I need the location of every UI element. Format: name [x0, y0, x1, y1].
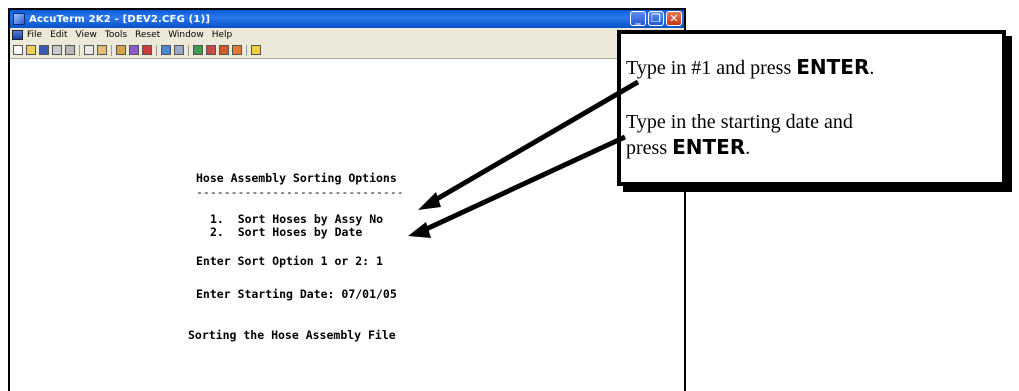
menu-help[interactable]: Help	[212, 30, 233, 40]
app-icon	[13, 13, 25, 25]
transfer-icon[interactable]	[193, 45, 203, 55]
run-icon[interactable]	[232, 45, 242, 55]
toolbar-divider	[246, 44, 247, 56]
close-button[interactable]: ✕	[666, 11, 682, 26]
callout-line-2: Type in the starting date and	[626, 111, 853, 133]
open-folder-icon[interactable]	[26, 45, 36, 55]
sort-option-prompt: Enter Sort Option 1 or 2: 1	[196, 254, 383, 268]
toolbar-divider	[188, 44, 189, 56]
starting-date-prompt: Enter Starting Date: 07/01/05	[196, 287, 397, 301]
keyboard-icon[interactable]	[174, 45, 184, 55]
window-controls: _ ❐ ✕	[630, 11, 682, 26]
heading-rule: ------------------------------	[196, 185, 404, 199]
edit-icon[interactable]	[116, 45, 126, 55]
macro-icon[interactable]	[206, 45, 216, 55]
toolbar-divider	[156, 44, 157, 56]
toolbar	[10, 42, 684, 59]
toolbar-divider	[111, 44, 112, 56]
callout-line-1: Type in #1 and press ENTER.	[626, 55, 874, 80]
document-icon[interactable]	[12, 30, 23, 40]
disconnect-icon[interactable]	[65, 45, 75, 55]
callout-text: press	[626, 137, 673, 159]
save-icon[interactable]	[39, 45, 49, 55]
title-bar[interactable]: AccuTerm 2K2 - [DEV2.CFG (1)] _ ❐ ✕	[10, 10, 684, 28]
copy-icon[interactable]	[84, 45, 94, 55]
menu-window[interactable]: Window	[168, 30, 204, 40]
window-title: AccuTerm 2K2 - [DEV2.CFG (1)]	[29, 13, 211, 25]
minimize-button[interactable]: _	[630, 11, 646, 26]
enter-key-label: ENTER	[796, 55, 870, 79]
restore-button[interactable]: ❐	[648, 11, 664, 26]
callout-line-3: press ENTER.	[626, 135, 750, 160]
menu-edit[interactable]: Edit	[50, 30, 67, 40]
record-icon[interactable]	[142, 45, 152, 55]
help-icon[interactable]	[251, 45, 261, 55]
callout-period: .	[869, 57, 875, 79]
menu-view[interactable]: View	[76, 30, 97, 40]
settings-icon[interactable]	[161, 45, 171, 55]
option-2: 2. Sort Hoses by Date	[210, 225, 363, 239]
script-icon[interactable]	[219, 45, 229, 55]
toolbar-divider	[79, 44, 80, 56]
print-icon[interactable]	[52, 45, 62, 55]
status-message: Sorting the Hose Assembly File	[188, 328, 396, 342]
terminal-window: AccuTerm 2K2 - [DEV2.CFG (1)] _ ❐ ✕ File…	[8, 8, 686, 391]
paste-icon[interactable]	[97, 45, 107, 55]
instruction-callout: Type in #1 and press ENTER. Type in the …	[617, 30, 1006, 186]
callout-period: .	[745, 137, 751, 159]
new-icon[interactable]	[13, 45, 23, 55]
capture-icon[interactable]	[129, 45, 139, 55]
menu-file[interactable]: File	[27, 30, 42, 40]
menu-heading: Hose Assembly Sorting Options	[196, 171, 397, 185]
menu-bar: File Edit View Tools Reset Window Help	[10, 28, 684, 42]
callout-text: Type in #1 and press	[626, 57, 797, 79]
enter-key-label: ENTER	[672, 135, 746, 159]
menu-tools[interactable]: Tools	[105, 30, 127, 40]
option-1: 1. Sort Hoses by Assy No	[210, 212, 384, 226]
menu-reset[interactable]: Reset	[135, 30, 160, 40]
terminal-screen[interactable]: Hose Assembly Sorting Options ----------…	[10, 59, 684, 391]
